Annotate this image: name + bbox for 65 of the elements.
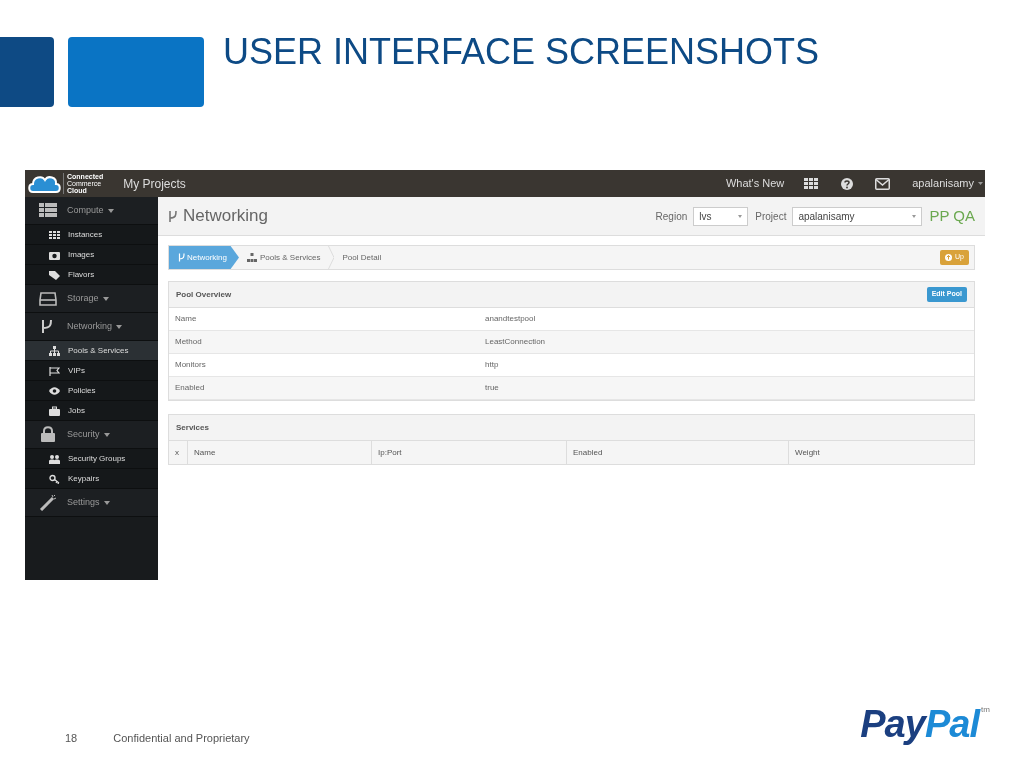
tag-icon (49, 269, 60, 280)
drive-icon (39, 290, 57, 307)
caret-icon (102, 296, 109, 301)
sidebar-group[interactable]: Networking (25, 313, 158, 341)
caret-icon (738, 214, 743, 218)
list-icon (39, 202, 57, 219)
sidebar-group[interactable]: Storage (25, 285, 158, 313)
column-header: Name (187, 441, 371, 464)
eye-icon (49, 385, 60, 396)
column-header: Ip:Port (371, 441, 566, 464)
column-header: x (174, 446, 180, 459)
wand-icon (39, 494, 57, 511)
key-icon (49, 473, 60, 484)
briefcase-icon (49, 405, 60, 416)
nav-link[interactable]: My Projects (123, 174, 186, 193)
caret-icon (107, 208, 114, 213)
mail-icon (875, 177, 891, 190)
table-cell-text: http (484, 359, 500, 371)
sidebar-item[interactable]: Pools & Services (25, 341, 158, 361)
panel-title: Services (176, 421, 209, 434)
table-cell-text: true (484, 382, 500, 394)
users-icon (49, 453, 60, 464)
grid-icon (804, 178, 819, 189)
sitemap-icon (49, 345, 60, 356)
page-title: Networking (183, 205, 269, 228)
sidebar-group[interactable]: Settings (25, 489, 158, 517)
field-label: Project (755, 209, 787, 224)
nav-link[interactable]: What's New (725, 175, 785, 192)
caret-icon (103, 432, 110, 437)
sidebar-group[interactable]: Compute (25, 197, 158, 225)
breadcrumb-item[interactable]: Pool Detail (334, 246, 390, 269)
caret-icon (116, 324, 123, 329)
environment-label: PP QA (929, 205, 975, 226)
sidebar-group[interactable]: Security (25, 421, 158, 449)
sitemap-icon (247, 253, 257, 262)
flag-icon (49, 365, 60, 376)
field-label: Region (655, 209, 688, 224)
footer-text: Confidential and Proprietary (113, 730, 250, 746)
table-cell-text: Monitors (174, 359, 207, 371)
branch-icon (178, 253, 185, 262)
table-cell-text: Name (174, 313, 198, 325)
table-cell-text: LeastConnection (484, 336, 547, 348)
branch-icon (168, 209, 178, 223)
arrow-up-icon (945, 254, 953, 261)
user-menu[interactable]: apalanisamy (912, 175, 983, 192)
caret-icon (978, 182, 983, 185)
trademark-mark: tm (981, 704, 990, 716)
grid-icon (49, 229, 60, 240)
help-icon (841, 177, 854, 190)
column-header: Enabled (566, 441, 788, 464)
caret-icon (103, 500, 110, 505)
table-cell-text: Method (174, 336, 203, 348)
camera-icon (49, 249, 60, 260)
table-cell-text: anandtestpool (484, 313, 537, 325)
lock-icon (39, 426, 57, 443)
page-number: 18 (65, 730, 78, 746)
select-field[interactable]: apalanisamy (792, 206, 923, 226)
table-cell-text: Enabled (174, 382, 206, 394)
slide-block (0, 37, 54, 107)
column-header: Weight (788, 441, 974, 464)
caret-icon (912, 214, 917, 218)
slide-title: USER INTERFACE SCREENSHOTS (223, 30, 820, 74)
panel-title: Pool Overview (176, 288, 232, 301)
select-field[interactable]: lvs (693, 206, 749, 226)
breadcrumb-item[interactable]: Pools & Services (239, 246, 329, 269)
